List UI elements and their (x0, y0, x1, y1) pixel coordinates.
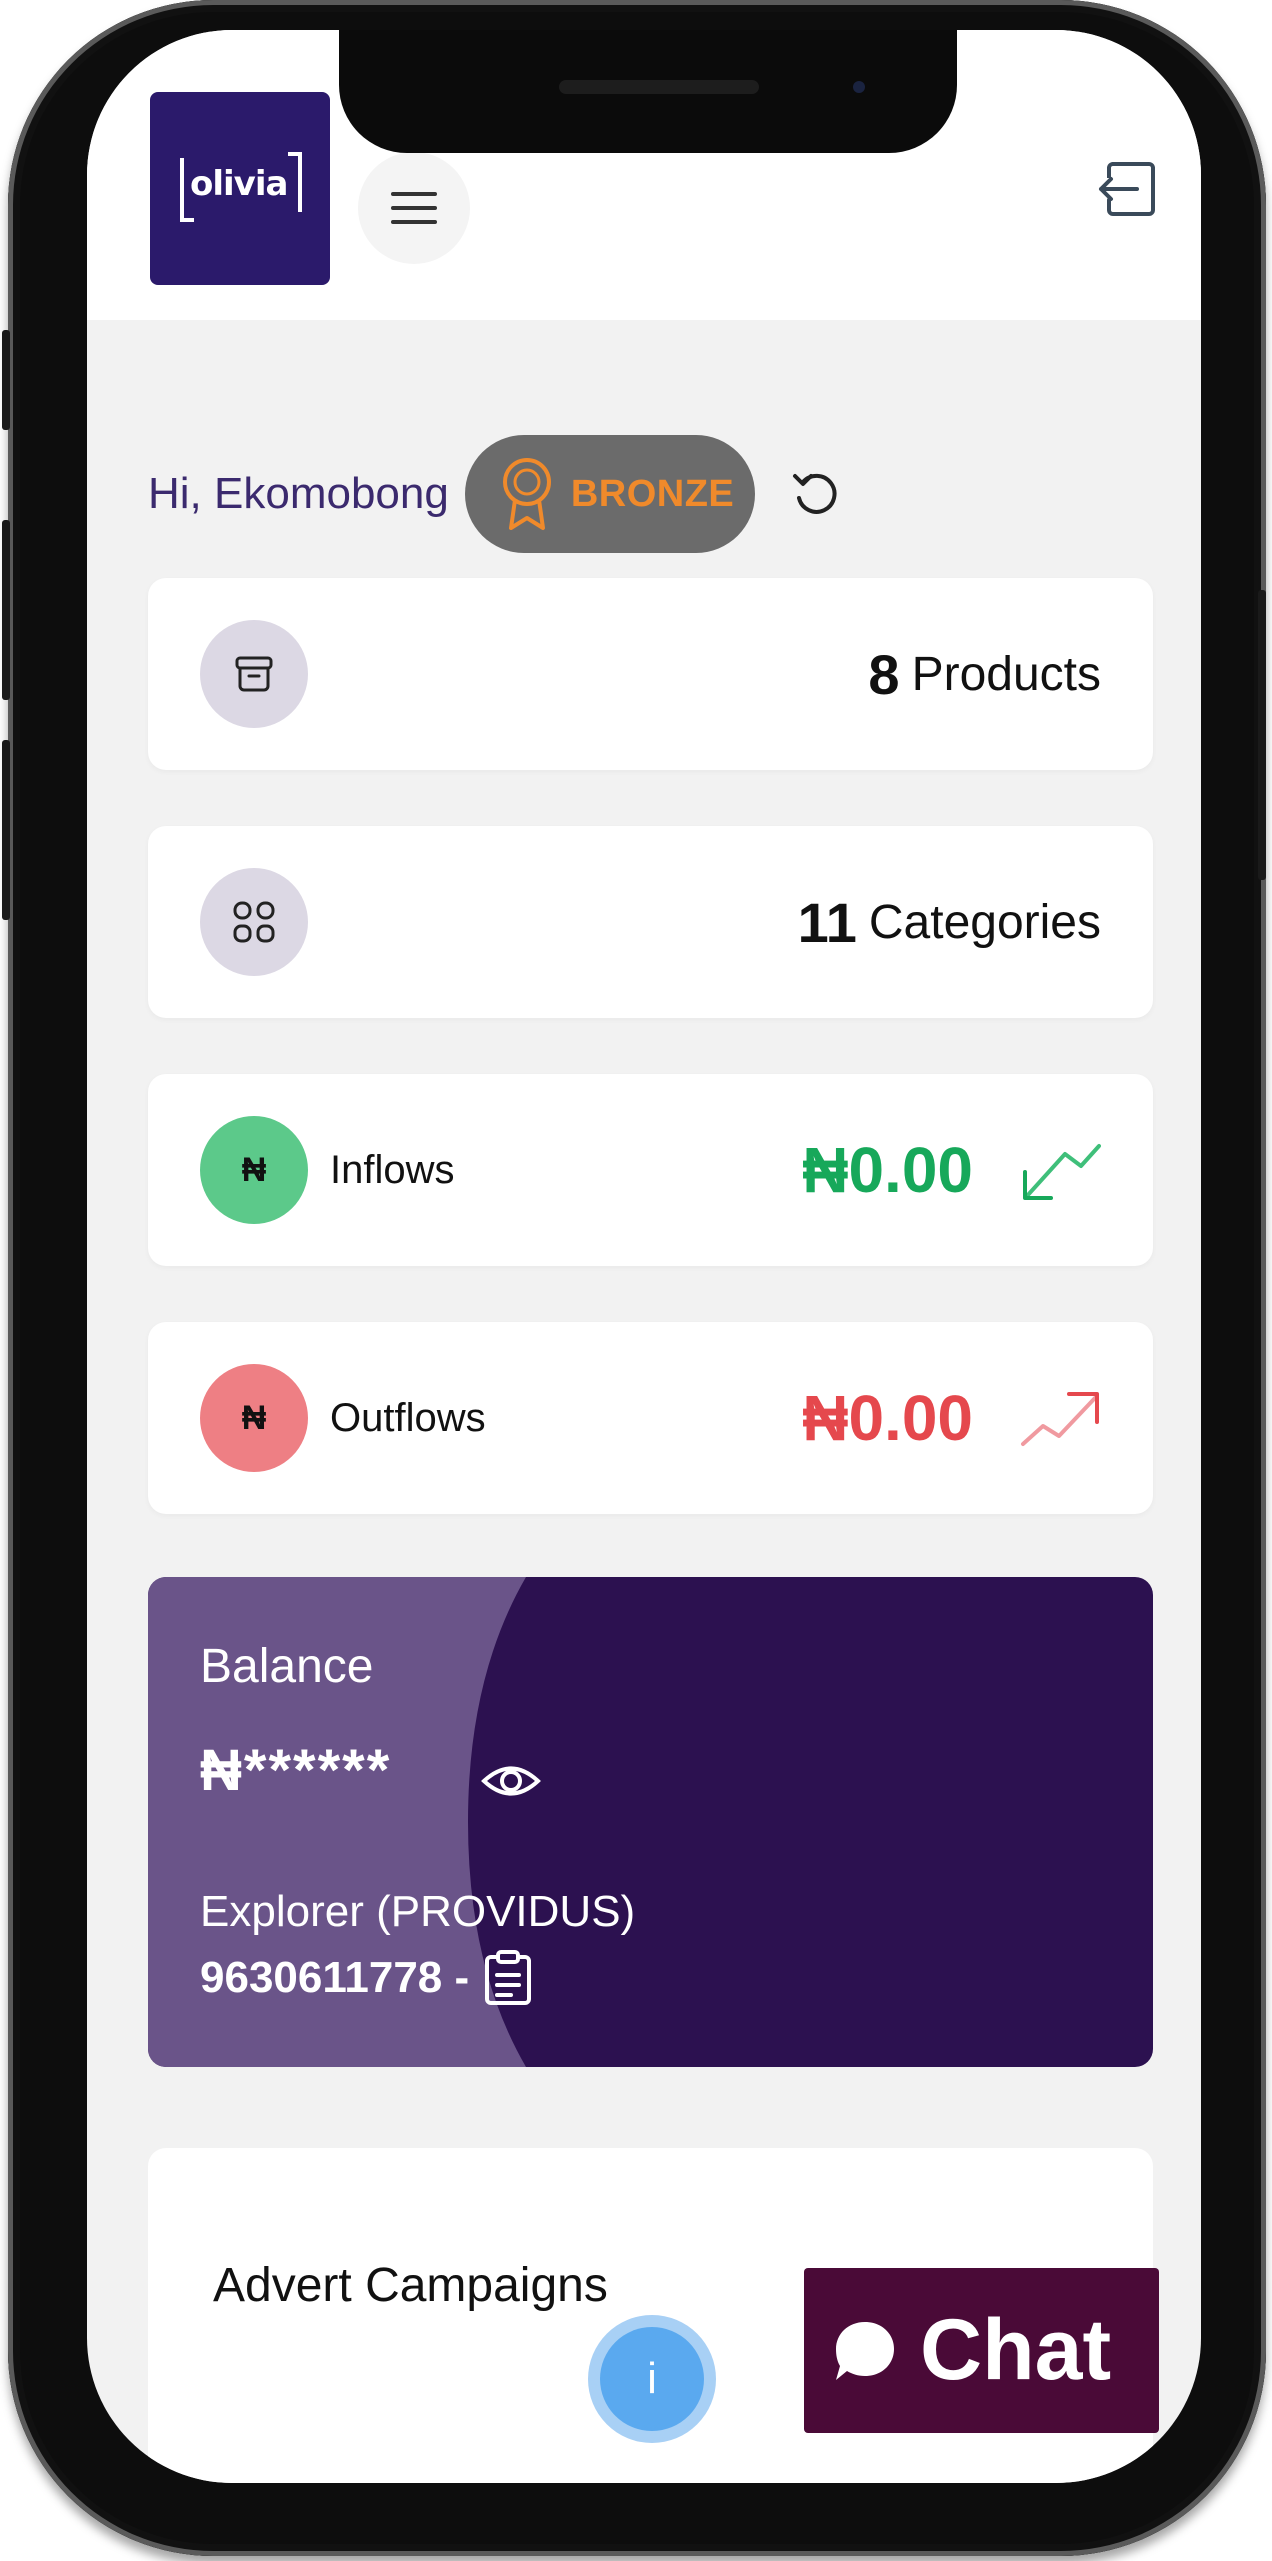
trend-up-icon (1021, 1392, 1099, 1446)
notch (339, 30, 957, 153)
categories-label: Categories (868, 895, 1101, 949)
categories-icon-circle (200, 868, 308, 976)
account-number: 9630611778 - (200, 1953, 470, 2002)
menu-button[interactable] (358, 152, 470, 264)
categories-grid-icon (233, 901, 275, 943)
products-number: 8 (868, 642, 900, 706)
inflows-label: Inflows (330, 1147, 455, 1192)
logo-text: olivia (190, 164, 288, 204)
phone-frame: olivia Hi, Ekomobong BRONZE 8 Products 1… (2, 0, 1266, 2556)
outflows-amount: ₦0.00 (802, 1382, 973, 1454)
info-button[interactable]: i (588, 2315, 716, 2443)
account-row: 9630611778 - (200, 1949, 533, 2007)
advert-title: Advert Campaigns (213, 2259, 608, 2312)
chat-button[interactable]: Chat (804, 2268, 1159, 2433)
info-icon: i (600, 2327, 704, 2431)
power-button (1258, 590, 1266, 880)
inflows-amount: ₦0.00 (802, 1134, 973, 1206)
inflows-card[interactable]: ₦ Inflows ₦0.00 (148, 1074, 1153, 1266)
categories-card[interactable]: 11 Categories (148, 826, 1153, 1018)
products-label: Products (911, 647, 1101, 701)
outflows-card[interactable]: ₦ Outflows ₦0.00 (148, 1322, 1153, 1514)
olivia-logo[interactable]: olivia (150, 92, 330, 285)
naira-icon: ₦ (241, 1398, 267, 1437)
trend-down-icon (1023, 1144, 1101, 1200)
clipboard-icon[interactable] (483, 1949, 533, 2007)
chat-label: Chat (920, 2302, 1112, 2398)
volume-up-button (2, 520, 10, 700)
volume-down-button (2, 740, 10, 920)
balance-label: Balance (200, 1640, 374, 1693)
products-count: 8 Products (868, 578, 1101, 770)
outflows-icon-circle: ₦ (200, 1364, 308, 1472)
tier-badge[interactable]: BRONZE (464, 435, 755, 553)
balance-card: Balance ₦****** Explorer (PROVIDUS) 9630… (148, 1577, 1153, 2067)
categories-count: 11 Categories (798, 826, 1101, 1018)
tier-label: BRONZE (570, 472, 735, 515)
speaker (559, 80, 759, 94)
mute-switch (2, 330, 10, 430)
naira-icon: ₦ (241, 1150, 267, 1189)
eye-icon[interactable] (480, 1750, 542, 1812)
products-card[interactable]: 8 Products (148, 578, 1153, 770)
logout-icon[interactable] (1093, 156, 1159, 222)
greeting-text: Hi, Ekomobong (148, 469, 449, 518)
logo-bracket-right (288, 152, 302, 212)
balance-value: ₦****** (200, 1738, 392, 1803)
bank-name: Explorer (PROVIDUS) (200, 1887, 636, 1936)
front-camera (853, 81, 865, 93)
products-icon-circle (200, 620, 308, 728)
chat-bubble-icon (836, 2321, 894, 2380)
inflows-icon-circle: ₦ (200, 1116, 308, 1224)
hamburger-icon (391, 192, 437, 224)
archive-box-icon (235, 656, 273, 692)
refresh-icon[interactable] (791, 468, 843, 520)
screen: olivia Hi, Ekomobong BRONZE 8 Products 1… (87, 30, 1201, 2483)
outflows-label: Outflows (330, 1395, 486, 1440)
award-icon (502, 458, 551, 530)
categories-number: 11 (797, 890, 857, 954)
greeting-row: Hi, Ekomobong BRONZE (148, 435, 843, 553)
